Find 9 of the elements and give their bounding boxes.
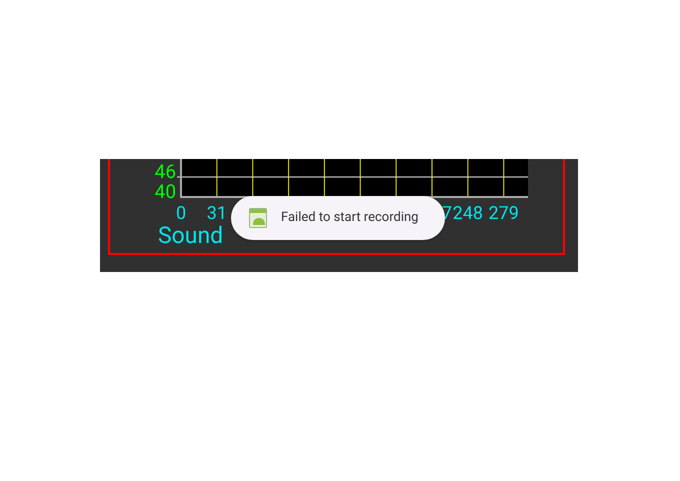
x-tick-label: 248 [452,203,484,224]
x-tick-label: 279 [488,203,519,224]
y-tick-label: 46 [154,160,176,183]
x-tick-label: 31 [206,203,227,224]
y-tick-label: 40 [154,180,176,203]
app-icon [249,208,267,228]
toast-message: Failed to start recording [281,209,418,228]
x-tick-label: 0 [176,203,186,224]
chart-title: Sound [158,222,224,249]
